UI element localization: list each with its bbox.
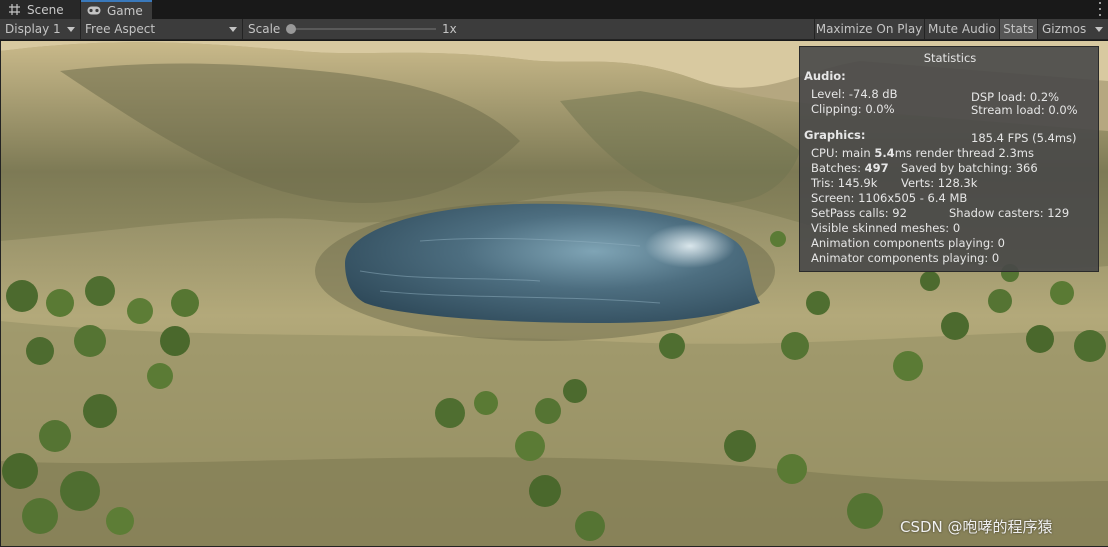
- stream-load: Stream load: 0.0%: [971, 103, 1078, 117]
- tab-bar: Scene Game: [0, 0, 1108, 19]
- aspect-dropdown[interactable]: Free Aspect: [81, 19, 242, 39]
- batches-prefix: Batches:: [811, 161, 865, 175]
- statistics-panel: Statistics Audio: Level: -74.8 dB DSP lo…: [799, 46, 1099, 272]
- audio-clipping: Clipping: 0.0%: [811, 102, 895, 116]
- display-dropdown[interactable]: Display 1: [0, 19, 80, 39]
- stats-button[interactable]: Stats: [1000, 19, 1037, 39]
- gamepad-icon: [87, 5, 101, 17]
- scale-slider-thumb[interactable]: [286, 24, 296, 34]
- animator-components: Animator components playing: 0: [811, 251, 1000, 265]
- fps-readout: 185.4 FPS (5.4ms): [971, 131, 1077, 145]
- game-toolbar: Display 1 Free Aspect Scale 1x Maximize …: [0, 19, 1108, 40]
- tab-game-label: Game: [107, 3, 143, 18]
- maximize-on-play-button[interactable]: Maximize On Play: [815, 19, 923, 39]
- scale-label: Scale: [248, 22, 281, 36]
- gizmos-dropdown-label: Gizmos: [1042, 22, 1087, 36]
- kebab-menu-icon[interactable]: [1098, 2, 1102, 16]
- dsp-load: DSP load: 0.2%: [971, 90, 1060, 104]
- divider: [242, 19, 243, 39]
- setpass-calls: SetPass calls: 92: [811, 206, 907, 220]
- cpu-time: CPU: main 5.4ms render thread 2.3ms: [811, 146, 1034, 160]
- aspect-dropdown-label: Free Aspect: [85, 22, 156, 36]
- chevron-down-icon: [229, 27, 237, 32]
- gizmos-dropdown[interactable]: Gizmos: [1038, 19, 1108, 39]
- audio-heading: Audio:: [804, 69, 846, 83]
- cpu-prefix: CPU: main: [811, 146, 875, 160]
- watermark: CSDN @咆哮的程序猿: [900, 518, 1053, 536]
- chevron-down-icon: [67, 27, 75, 32]
- tab-scene[interactable]: Scene: [0, 0, 80, 19]
- display-dropdown-label: Display 1: [5, 22, 61, 36]
- tris: Tris: 145.9k: [811, 176, 878, 190]
- scale-value: 1x: [442, 22, 457, 36]
- chevron-down-icon: [1095, 27, 1103, 32]
- grid-icon: [7, 4, 21, 16]
- saved-by-batching: Saved by batching: 366: [901, 161, 1038, 175]
- animation-components: Animation components playing: 0: [811, 236, 1005, 250]
- verts: Verts: 128.3k: [901, 176, 978, 190]
- cpu-suffix: ms render thread 2.3ms: [894, 146, 1034, 160]
- skinned-meshes: Visible skinned meshes: 0: [811, 221, 961, 235]
- tab-scene-label: Scene: [27, 2, 64, 17]
- shadow-casters: Shadow casters: 129: [949, 206, 1070, 220]
- graphics-heading: Graphics:: [804, 128, 866, 142]
- tab-game[interactable]: Game: [81, 0, 152, 19]
- batches: Batches: 497: [811, 161, 889, 175]
- mute-audio-button[interactable]: Mute Audio: [925, 19, 999, 39]
- audio-level: Level: -74.8 dB: [811, 87, 898, 101]
- statistics-title: Statistics: [923, 51, 977, 65]
- batches-count: 497: [864, 161, 889, 175]
- cpu-main: 5.4: [874, 146, 895, 160]
- screen-info: Screen: 1106x505 - 6.4 MB: [811, 191, 968, 205]
- scale-slider-track[interactable]: [290, 28, 436, 30]
